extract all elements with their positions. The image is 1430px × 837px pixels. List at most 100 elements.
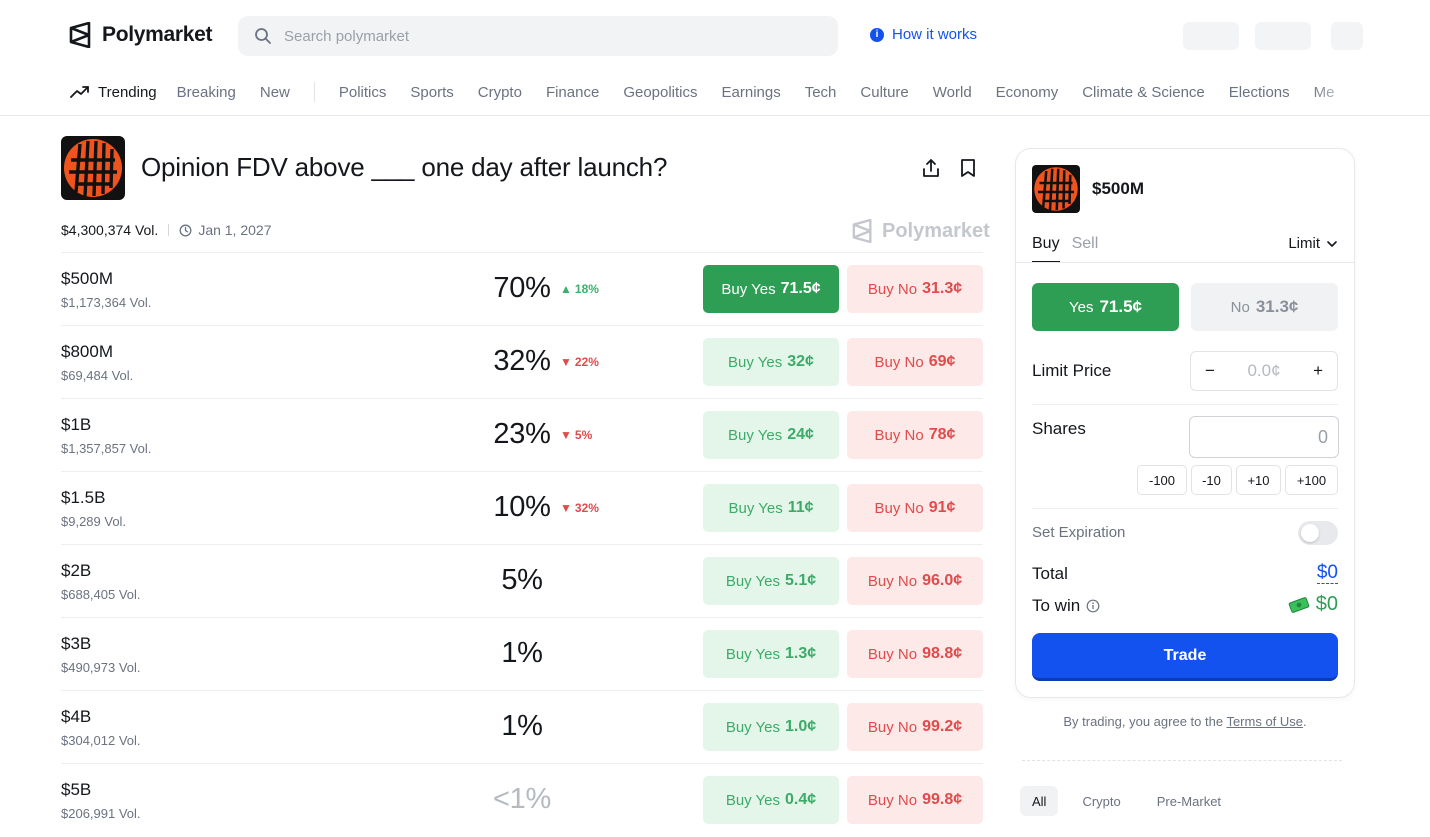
change-value: 18% <box>574 282 599 296</box>
bookmark-icon[interactable] <box>957 157 979 179</box>
buy-yes-button[interactable]: Buy Yes 0.4¢ <box>703 776 839 824</box>
chip-all[interactable]: All <box>1020 786 1059 816</box>
outcome-row[interactable]: $4B $304,012 Vol. 1% Buy Yes 1.0¢ Buy No 9… <box>61 690 983 763</box>
nav-geopolitics[interactable]: Geopolitics <box>623 84 697 101</box>
buy-no-button[interactable]: Buy No 98.8¢ <box>847 630 983 678</box>
outcome-row[interactable]: $1.5B $9,289 Vol. 10% ▼ 32% Buy Yes 11¢ Bu… <box>61 471 983 544</box>
buy-yes-price: 1.0¢ <box>785 718 817 735</box>
opinion-logo-icon <box>64 139 122 197</box>
nav-politics[interactable]: Politics <box>339 84 387 101</box>
tab-buy[interactable]: Buy <box>1032 235 1060 263</box>
buy-yes-button[interactable]: Buy Yes 5.1¢ <box>703 557 839 605</box>
meta-divider <box>168 224 170 236</box>
share-icon[interactable] <box>920 157 942 179</box>
trade-panel-market-icon <box>1032 165 1080 213</box>
nav-trending[interactable]: Trending <box>70 84 157 101</box>
outcome-label: $1.5B <box>61 488 106 507</box>
buy-no-price: 91¢ <box>928 499 956 516</box>
polymarket-logo[interactable]: Polymarket <box>69 22 213 48</box>
nav-elections[interactable]: Elections <box>1229 84 1290 101</box>
market-icon <box>61 136 125 200</box>
buy-no-button[interactable]: Buy No 69¢ <box>847 338 983 386</box>
expiration-toggle[interactable] <box>1298 521 1338 545</box>
order-type-dropdown[interactable]: Limit <box>1288 235 1338 252</box>
info-icon: i <box>870 27 884 42</box>
how-it-works-link[interactable]: i How it works <box>870 26 977 43</box>
search-bar[interactable] <box>238 16 838 56</box>
info-circle-icon[interactable] <box>1086 599 1100 613</box>
buy-yes-price: 5.1¢ <box>785 572 817 589</box>
nav-new[interactable]: New <box>260 84 290 101</box>
terms-of-use-link[interactable]: Terms of Use <box>1226 714 1303 729</box>
outcome-row[interactable]: $2B $688,405 Vol. 5% Buy Yes 5.1¢ Buy No 9… <box>61 544 983 617</box>
buy-no-button[interactable]: Buy No 96.0¢ <box>847 557 983 605</box>
login-button-placeholder[interactable] <box>1183 22 1239 50</box>
chip-pre-market[interactable]: Pre-Market <box>1145 786 1233 816</box>
nav-finance[interactable]: Finance <box>546 84 599 101</box>
increment-button[interactable]: + <box>1313 361 1323 381</box>
nav-tech[interactable]: Tech <box>805 84 837 101</box>
yes-label: Yes <box>1068 298 1094 316</box>
signup-button-placeholder[interactable] <box>1255 22 1311 50</box>
buy-no-button[interactable]: Buy No 91¢ <box>847 484 983 532</box>
nav-climate-science[interactable]: Climate & Science <box>1082 84 1205 101</box>
buy-no-button[interactable]: Buy No 78¢ <box>847 411 983 459</box>
outcome-row[interactable]: $3B $490,973 Vol. 1% Buy Yes 1.3¢ Buy No 9… <box>61 617 983 690</box>
chevron-down-icon <box>1327 240 1337 247</box>
related-filter-chips: All Crypto Pre-Market <box>1020 786 1233 816</box>
outcome-label: $1B <box>61 415 92 434</box>
outcome-probability: 5% <box>501 564 543 596</box>
shares-plus-10-button[interactable]: +10 <box>1236 465 1281 495</box>
nav-breaking[interactable]: Breaking <box>177 84 236 101</box>
buy-no-button[interactable]: Buy No 31.3¢ <box>847 265 983 313</box>
category-nav: Trending Breaking New Politics Sports Cr… <box>70 80 1358 104</box>
outcome-row[interactable]: $1B $1,357,857 Vol. 23% ▼ 5% Buy Yes 24¢ B… <box>61 398 983 471</box>
select-yes-button[interactable]: Yes 71.5¢ <box>1032 283 1179 331</box>
trade-button[interactable]: Trade <box>1032 633 1338 681</box>
select-no-button[interactable]: No 31.3¢ <box>1191 283 1338 331</box>
total-label: Total <box>1032 564 1068 583</box>
search-input[interactable] <box>284 27 804 45</box>
buy-no-button[interactable]: Buy No 99.2¢ <box>847 703 983 751</box>
buy-yes-button[interactable]: Buy Yes 24¢ <box>703 411 839 459</box>
buy-no-button[interactable]: Buy No 99.8¢ <box>847 776 983 824</box>
limit-price-stepper[interactable]: − 0.0¢ + <box>1190 351 1338 391</box>
nav-culture[interactable]: Culture <box>860 84 908 101</box>
nav-economy[interactable]: Economy <box>996 84 1059 101</box>
buy-no-price: 31.3¢ <box>922 280 963 297</box>
terms-prefix: By trading, you agree to the <box>1063 714 1224 729</box>
total-value[interactable]: $0 <box>1316 563 1338 584</box>
polymarket-logo-icon <box>69 22 91 48</box>
decrement-button[interactable]: − <box>1205 361 1215 381</box>
nav-earnings[interactable]: Earnings <box>722 84 781 101</box>
buy-yes-label: Buy Yes <box>725 718 781 736</box>
buy-yes-button[interactable]: Buy Yes 71.5¢ <box>703 265 839 313</box>
no-label: No <box>1230 298 1250 316</box>
outcome-row[interactable]: $5B $206,991 Vol. <1% Buy Yes 0.4¢ Buy No… <box>61 763 983 836</box>
terms-suffix: . <box>1303 714 1307 729</box>
probability-change: ▼ 5% <box>560 428 592 442</box>
nav-sports[interactable]: Sports <box>410 84 453 101</box>
buy-yes-price: 24¢ <box>787 426 814 443</box>
shares-minus-10-button[interactable]: -10 <box>1191 465 1232 495</box>
menu-button-placeholder[interactable] <box>1331 22 1363 50</box>
clock-icon <box>179 224 192 236</box>
nav-crypto[interactable]: Crypto <box>478 84 522 101</box>
tab-sell[interactable]: Sell <box>1072 235 1099 263</box>
nav-world[interactable]: World <box>933 84 972 101</box>
outcome-row[interactable]: $500M $1,173,364 Vol. 70% ▲ 18% Buy Yes 71… <box>61 252 983 325</box>
section-divider <box>1032 404 1338 405</box>
outcome-volume: $1,173,364 Vol. <box>61 295 152 310</box>
chip-crypto[interactable]: Crypto <box>1070 786 1132 816</box>
shares-minus-100-button[interactable]: -100 <box>1137 465 1187 495</box>
yes-price: 71.5¢ <box>1099 297 1143 316</box>
shares-plus-100-button[interactable]: +100 <box>1285 465 1338 495</box>
buy-yes-button[interactable]: Buy Yes 1.3¢ <box>703 630 839 678</box>
outcome-row[interactable]: $800M $69,484 Vol. 32% ▼ 22% Buy Yes 32¢ B… <box>61 325 983 398</box>
shares-input[interactable]: 0 <box>1189 416 1339 458</box>
nav-divider <box>313 82 315 102</box>
buy-yes-button[interactable]: Buy Yes 1.0¢ <box>703 703 839 751</box>
buy-yes-button[interactable]: Buy Yes 11¢ <box>703 484 839 532</box>
buy-yes-button[interactable]: Buy Yes 32¢ <box>703 338 839 386</box>
limit-price-value[interactable]: 0.0¢ <box>1247 361 1280 381</box>
